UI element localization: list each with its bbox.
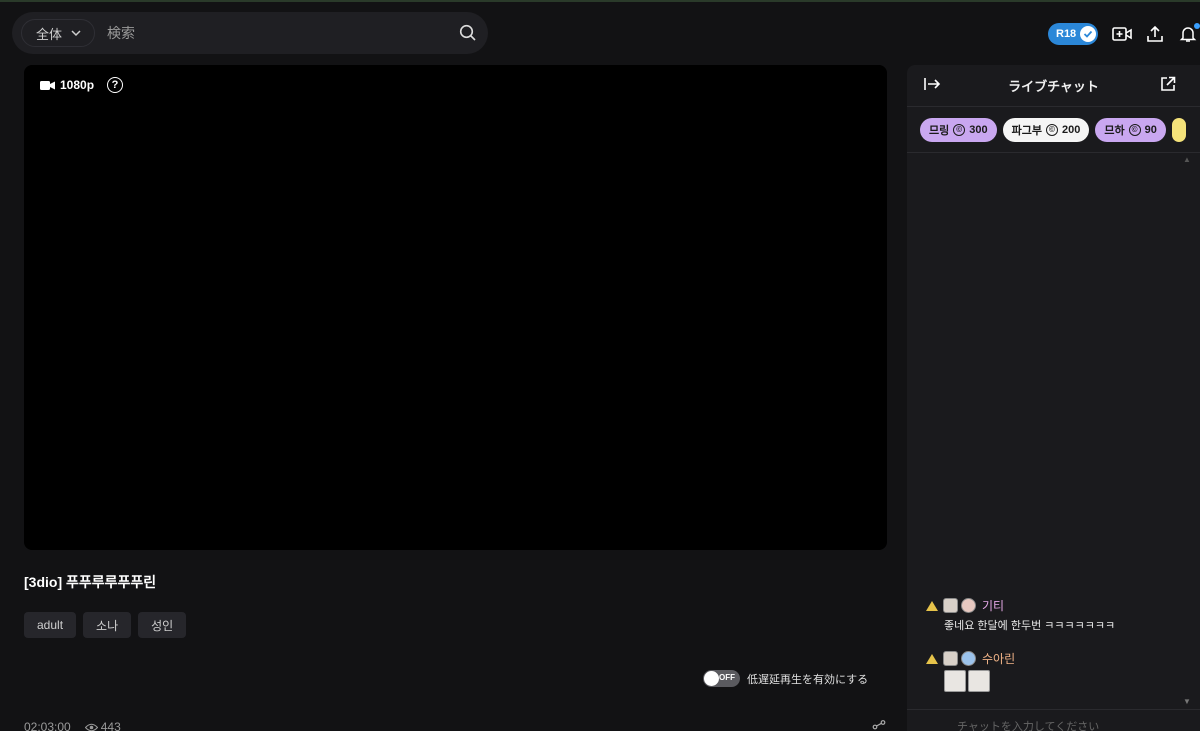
search-bar: 全体 xyxy=(12,12,488,54)
chat-message-header: 기티 xyxy=(926,597,1115,614)
add-video-icon xyxy=(1112,27,1132,41)
chat-nickname[interactable]: 수아린 xyxy=(982,650,1015,667)
chat-nickname[interactable]: 기티 xyxy=(982,597,1004,614)
donor-name: 므하 xyxy=(1104,124,1125,137)
donor-amount: 200 xyxy=(1061,123,1081,136)
donor-ranking: 므링 © 300 파그부 © 200 므하 © 90 xyxy=(907,107,1200,153)
notification-button[interactable] xyxy=(1176,22,1200,46)
tag-chip[interactable]: 소나 xyxy=(83,612,132,638)
view-count-value: 443 xyxy=(100,720,121,731)
add-video-button[interactable] xyxy=(1110,22,1134,46)
low-latency-toggle[interactable]: OFF xyxy=(703,670,740,687)
check-icon xyxy=(1080,26,1097,42)
chat-input-placeholder: チャットを入力してください xyxy=(957,721,1100,731)
chat-message: 기티 좋네요 한달에 한두번 ㅋㅋㅋㅋㅋㅋㅋ xyxy=(926,597,1115,633)
collapse-chat-button[interactable] xyxy=(923,77,941,94)
chat-header: ライブチャット xyxy=(907,65,1200,107)
low-latency-control: OFF 低遅延再生を有効にする xyxy=(703,670,868,687)
low-latency-label: 低遅延再生を有効にする xyxy=(747,673,869,686)
video-camera-icon xyxy=(40,80,55,90)
r18-label: R18 xyxy=(1056,28,1077,40)
chat-message-header: 수아린 xyxy=(926,650,1015,667)
search-icon xyxy=(459,24,476,41)
top-header: 全体 R18 xyxy=(0,2,1200,60)
video-duration: 02:03:00 xyxy=(24,720,71,731)
popout-icon xyxy=(1161,76,1176,91)
warning-icon xyxy=(926,653,938,664)
quality-indicator: 1080p ? xyxy=(40,77,124,93)
collapse-chat-icon xyxy=(924,78,941,90)
quality-label: 1080p xyxy=(60,78,95,92)
donor-chip[interactable]: 므하 © 90 xyxy=(1095,117,1166,142)
search-button[interactable] xyxy=(448,24,488,42)
share-icon xyxy=(872,720,886,730)
view-count: 443 xyxy=(84,720,121,731)
emote-image xyxy=(968,670,990,692)
video-player[interactable]: 1080p ? xyxy=(24,65,887,550)
chat-message-text: 좋네요 한달에 한두번 ㅋㅋㅋㅋㅋㅋㅋ xyxy=(944,620,1116,632)
scroll-down-arrow[interactable]: ▼ xyxy=(1183,697,1191,706)
popout-chat-button[interactable] xyxy=(1160,76,1176,95)
chat-message: 수아린 xyxy=(926,650,1015,692)
donor-amount: 90 xyxy=(1144,123,1157,136)
user-badge-icon xyxy=(943,598,958,613)
tag-chip[interactable]: adult xyxy=(24,612,77,638)
notification-dot xyxy=(1194,23,1200,29)
eye-icon xyxy=(84,723,98,731)
toggle-state: OFF xyxy=(719,673,735,682)
tag-list: adult 소나 성인 xyxy=(24,612,187,638)
toggle-knob xyxy=(704,671,719,686)
chat-title: ライブチャット xyxy=(1008,79,1099,94)
coin-icon: © xyxy=(1045,123,1058,136)
chat-emotes xyxy=(944,670,1015,692)
chevron-down-icon xyxy=(71,30,81,37)
search-scope-dropdown[interactable]: 全体 xyxy=(21,19,96,47)
coin-icon: © xyxy=(953,123,966,136)
coin-icon: © xyxy=(1128,123,1141,136)
r18-badge[interactable]: R18 xyxy=(1048,23,1098,45)
subscriber-badge-icon xyxy=(961,598,976,613)
chat-input-bar[interactable]: チャットを入力してください xyxy=(907,709,1200,731)
user-badge-icon xyxy=(943,651,958,666)
help-icon[interactable]: ? xyxy=(107,77,124,93)
upload-button[interactable] xyxy=(1143,22,1167,46)
warning-icon xyxy=(926,600,938,611)
donor-name: 므링 xyxy=(929,124,950,137)
emote-image xyxy=(944,670,966,692)
subscriber-badge-icon xyxy=(961,651,976,666)
donor-amount: 300 xyxy=(969,123,988,136)
search-scope-label: 全体 xyxy=(36,26,63,42)
search-input[interactable] xyxy=(107,25,448,41)
tag-chip[interactable]: 성인 xyxy=(138,612,187,638)
donor-chip-partial[interactable] xyxy=(1171,117,1186,142)
video-title: [3dio] 푸푸루루푸푸린 xyxy=(24,574,157,590)
upload-icon xyxy=(1147,25,1163,42)
donor-chip[interactable]: 므링 © 300 xyxy=(920,117,997,142)
scroll-up-arrow[interactable]: ▲ xyxy=(1183,155,1191,164)
video-meta: 02:03:00 443 xyxy=(24,720,121,731)
donor-chip[interactable]: 파그부 © 200 xyxy=(1002,117,1090,142)
live-chat-panel: ライブチャット 므링 © 300 파그부 © 200 므하 © 90 ▲ 기티 xyxy=(907,65,1200,731)
share-button[interactable] xyxy=(872,719,886,731)
donor-name: 파그부 xyxy=(1011,124,1042,137)
